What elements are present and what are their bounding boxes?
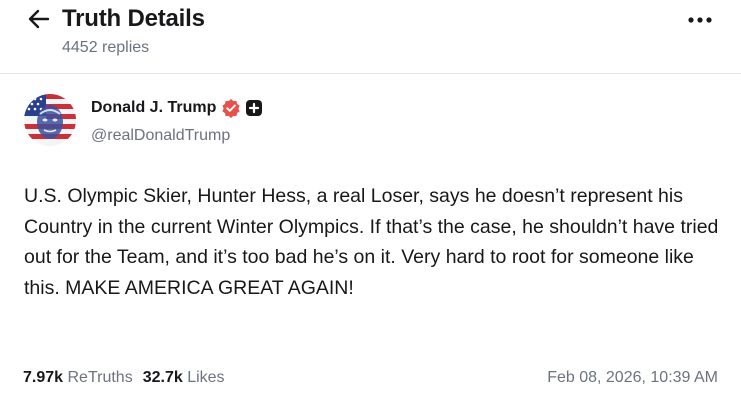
post-text: U.S. Olympic Skier, Hunter Hess, a real …: [24, 185, 724, 299]
replies-count: 4452 replies: [62, 39, 150, 56]
truth-details-page: Truth Details 4452 replies Donald J. Tru…: [0, 0, 741, 402]
arrow-left-icon: [28, 9, 50, 29]
author-handle[interactable]: @realDonaldTrump: [91, 127, 230, 145]
likes-count: 32.7k: [142, 369, 183, 386]
retruths-stat[interactable]: 7.97k ReTruths: [23, 369, 133, 387]
likes-label: Likes: [187, 369, 225, 386]
avatar[interactable]: [24, 94, 76, 146]
post-timestamp: Feb 08, 2026, 10:39 AM: [547, 369, 718, 386]
back-button[interactable]: [26, 6, 52, 32]
verified-badge-icon: [221, 98, 241, 118]
retruths-label: ReTruths: [67, 369, 133, 386]
page-title: Truth Details: [62, 5, 205, 32]
more-options-button[interactable]: [685, 8, 715, 32]
author-name-row: Donald J. Trump: [91, 98, 263, 118]
author-name[interactable]: Donald J. Trump: [91, 99, 216, 117]
page-header: Truth Details: [26, 4, 715, 34]
plus-badge-icon: [245, 99, 263, 117]
avatar-image: [24, 94, 76, 146]
header-divider: [0, 73, 741, 74]
retruths-count: 7.97k: [23, 369, 64, 386]
post-stats: 7.97k ReTruths 32.7k Likes Feb 08, 2026,…: [23, 367, 718, 389]
likes-stat[interactable]: 32.7k Likes: [143, 369, 225, 387]
more-horizontal-icon: [688, 17, 712, 23]
